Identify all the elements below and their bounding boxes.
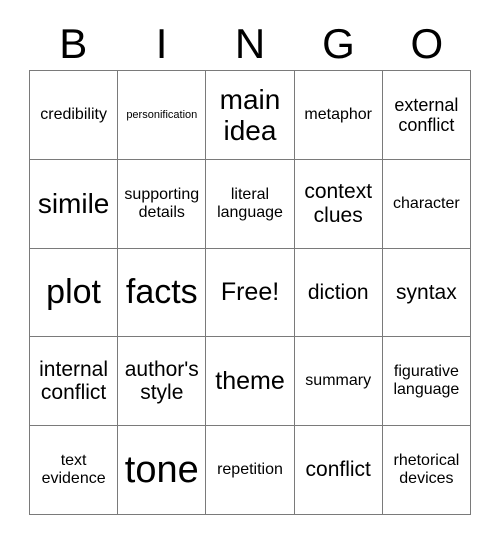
bingo-cell-label: figurative language (393, 363, 460, 399)
bingo-header-letter-n: N (234, 20, 266, 67)
bingo-cell[interactable]: supporting details (118, 159, 207, 249)
bingo-cell-label: text evidence (41, 452, 106, 488)
bingo-cell-label: literal language (217, 185, 283, 221)
bingo-cell-label: external conflict (394, 94, 459, 135)
bingo-cell[interactable]: repetition (206, 426, 295, 515)
bingo-cell[interactable]: diction (294, 248, 383, 338)
bingo-cell[interactable]: syntax (382, 248, 471, 338)
bingo-cell[interactable]: metaphor (294, 71, 383, 160)
bingo-cell[interactable]: tone (118, 426, 207, 515)
bingo-cell[interactable]: summary (294, 337, 383, 427)
bingo-cell-label: personification (126, 108, 198, 121)
bingo-cell-label: simile (37, 188, 110, 220)
bingo-cell[interactable]: figurative language (382, 337, 471, 427)
bingo-cell[interactable]: personification (118, 71, 207, 160)
bingo-cell-label: facts (125, 273, 198, 312)
bingo-cell-label: author's style (124, 357, 199, 405)
bingo-header-letter-o: O (410, 20, 444, 67)
bingo-cell[interactable]: main idea (206, 71, 295, 160)
bingo-card: B I N G O credibility personification main… (0, 0, 500, 544)
bingo-cell-label: rhetorical devices (393, 452, 460, 488)
bingo-cell[interactable]: context clues (294, 159, 383, 249)
bingo-header-letter-b: B (59, 20, 88, 67)
bingo-cell[interactable]: conflict (294, 426, 383, 515)
bingo-cell[interactable]: simile (30, 159, 119, 249)
bingo-cell[interactable]: credibility (30, 71, 119, 160)
bingo-cell-label: syntax (396, 280, 457, 304)
bingo-cell-label: Free! (220, 278, 280, 307)
bingo-cell[interactable]: rhetorical devices (382, 426, 471, 515)
bingo-cell[interactable]: external conflict (382, 71, 471, 160)
bingo-cell-label: credibility (40, 105, 107, 123)
bingo-cell-label: repetition (217, 461, 283, 479)
bingo-cell-label: tone (124, 448, 199, 491)
bingo-cell-label: plot (46, 273, 101, 312)
bingo-cell-label: internal conflict (39, 357, 109, 405)
bingo-cell[interactable]: Free! (206, 248, 295, 338)
bingo-cell-label: diction (307, 280, 369, 304)
bingo-header-row: B I N G O (29, 18, 471, 70)
bingo-cell-label: metaphor (304, 105, 372, 123)
bingo-cell[interactable]: literal language (206, 159, 295, 249)
bingo-cell[interactable]: internal conflict (30, 337, 119, 427)
bingo-cell-label: theme (215, 367, 285, 396)
bingo-cell[interactable]: text evidence (30, 426, 119, 515)
bingo-cell[interactable]: author's style (118, 337, 207, 427)
bingo-cell-label: main idea (219, 83, 281, 146)
bingo-header-letter-i: I (155, 20, 168, 67)
bingo-cell[interactable]: plot (30, 248, 119, 338)
bingo-cell[interactable]: facts (118, 248, 207, 338)
bingo-cell[interactable]: character (382, 159, 471, 249)
bingo-cell-label: character (393, 194, 460, 212)
bingo-header-letter-g: G (322, 20, 355, 67)
bingo-cell-label: supporting details (124, 185, 200, 221)
bingo-cell[interactable]: theme (206, 337, 295, 427)
bingo-cell-label: summary (305, 372, 372, 390)
bingo-cell-label: conflict (305, 458, 371, 482)
bingo-grid: credibility personification main idea metap… (29, 70, 471, 515)
bingo-cell-label: context clues (304, 180, 373, 227)
